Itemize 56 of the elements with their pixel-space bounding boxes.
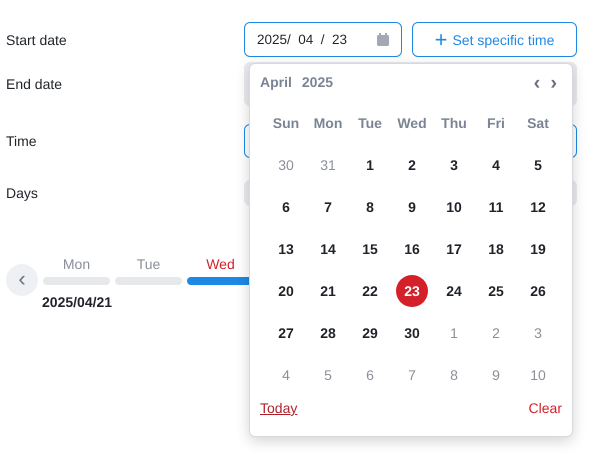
field-label: Days bbox=[6, 185, 39, 201]
calendar-day[interactable]: 10 bbox=[438, 191, 470, 223]
prev-month-button[interactable]: ‹ bbox=[528, 72, 546, 92]
calendar-day[interactable]: 26 bbox=[522, 275, 554, 307]
calendar-day[interactable]: 12 bbox=[522, 191, 554, 223]
field-label: Time bbox=[6, 133, 38, 149]
weekday-header: Sun bbox=[272, 114, 300, 133]
back-button[interactable]: ‹ bbox=[6, 264, 38, 296]
calendar-day[interactable]: 28 bbox=[312, 317, 344, 349]
calendar-day[interactable]: 18 bbox=[480, 233, 512, 265]
next-month-button[interactable]: › bbox=[545, 72, 562, 92]
weekday-header: Mon bbox=[312, 114, 344, 133]
calendar-day[interactable]: 16 bbox=[396, 233, 428, 265]
field-label: Start date bbox=[6, 32, 68, 48]
calendar-day[interactable]: 11 bbox=[480, 191, 512, 223]
calendar-day[interactable]: 2 bbox=[396, 149, 428, 181]
weekday-header: Wed bbox=[396, 114, 428, 133]
calendar-day[interactable]: 19 bbox=[522, 233, 554, 265]
calendar-icon bbox=[377, 33, 389, 46]
calendar-day[interactable]: 29 bbox=[354, 317, 386, 349]
weekday-header: Fri bbox=[486, 114, 506, 133]
weekday-header: Thu bbox=[440, 114, 468, 133]
calendar-day[interactable]: 15 bbox=[354, 233, 386, 265]
day-bar bbox=[115, 277, 182, 285]
clear-link[interactable]: Clear bbox=[528, 400, 562, 416]
calendar-day[interactable]: 24 bbox=[438, 275, 470, 307]
calendar-day[interactable]: 22 bbox=[354, 275, 386, 307]
calendar-day[interactable]: 5 bbox=[522, 149, 554, 181]
set-time-button[interactable]: + Set specific time bbox=[412, 22, 577, 57]
today-link[interactable]: Today bbox=[260, 400, 298, 416]
calendar-day[interactable]: 6 bbox=[270, 191, 302, 223]
calendar-day[interactable]: 9 bbox=[396, 191, 428, 223]
strip-date: 2025/04/21 bbox=[42, 294, 114, 310]
calendar-day[interactable]: 21 bbox=[312, 275, 344, 307]
calendar-day[interactable]: 23 bbox=[396, 275, 428, 307]
calendar-day[interactable]: 1 bbox=[354, 149, 386, 181]
calendar-day[interactable]: 8 bbox=[354, 191, 386, 223]
calendar-day[interactable]: 30 bbox=[396, 317, 428, 349]
calendar-day[interactable]: 4 bbox=[480, 149, 512, 181]
field-label: End date bbox=[6, 76, 64, 92]
date-value: 2025/ 04 / 23 bbox=[257, 32, 348, 47]
weekday-header: Tue bbox=[357, 114, 383, 133]
weekday-tab[interactable]: Wed bbox=[206, 256, 235, 272]
day-bar bbox=[43, 277, 110, 285]
calendar-day[interactable]: 20 bbox=[270, 275, 302, 307]
calendar-day[interactable]: 14 bbox=[312, 233, 344, 265]
calendar-day[interactable]: 27 bbox=[270, 317, 302, 349]
calendar-day[interactable]: 17 bbox=[438, 233, 470, 265]
calendar-day[interactable]: 3 bbox=[438, 149, 470, 181]
month-label: April bbox=[260, 74, 292, 90]
weekday-header: Sat bbox=[526, 114, 550, 133]
calendar-day[interactable]: 13 bbox=[270, 233, 302, 265]
year-label: 2025 bbox=[302, 74, 334, 90]
calendar-day[interactable]: 25 bbox=[480, 275, 512, 307]
date-field[interactable]: 2025/ 04 / 23 bbox=[244, 22, 402, 57]
calendar-day[interactable]: 7 bbox=[312, 191, 344, 223]
